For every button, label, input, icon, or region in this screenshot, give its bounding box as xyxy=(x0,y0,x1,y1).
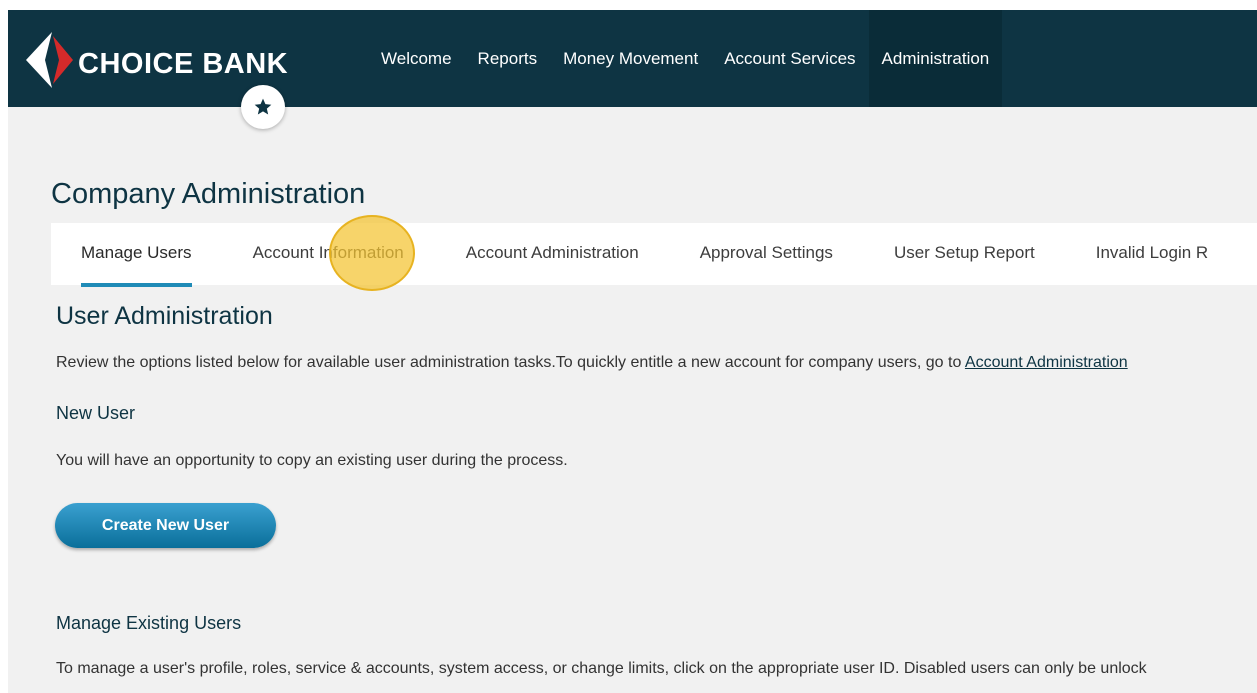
tab-account-administration[interactable]: Account Administration xyxy=(466,223,639,285)
page-title: Company Administration xyxy=(51,178,366,210)
manage-existing-users-description: To manage a user's profile, roles, servi… xyxy=(56,660,1147,677)
new-user-heading: New User xyxy=(56,403,136,423)
manage-existing-users-heading: Manage Existing Users xyxy=(56,613,242,633)
main-nav: Welcome Reports Money Movement Account S… xyxy=(368,10,1003,107)
create-new-user-button[interactable]: Create New User xyxy=(55,503,276,548)
nav-account-services[interactable]: Account Services xyxy=(711,10,868,107)
nav-reports[interactable]: Reports xyxy=(465,10,551,107)
bank-logo[interactable]: CHOICE BANK xyxy=(26,32,289,88)
tab-manage-users[interactable]: Manage Users xyxy=(81,223,192,287)
intro-text: Review the options listed below for avai… xyxy=(56,354,1128,372)
nav-administration[interactable]: Administration xyxy=(868,10,1003,107)
admin-tabs: Manage Users Account Information Account… xyxy=(51,223,1257,287)
arrow-logo-icon xyxy=(26,32,73,88)
brand-name: CHOICE BANK xyxy=(78,48,289,80)
nav-money-movement[interactable]: Money Movement xyxy=(550,10,711,107)
nav-welcome[interactable]: Welcome xyxy=(368,10,465,107)
section-title: User Administration xyxy=(56,302,273,330)
app-frame: CHOICE BANK Welcome Reports Money Moveme… xyxy=(8,10,1257,693)
tab-approval-settings[interactable]: Approval Settings xyxy=(700,223,833,285)
star-icon xyxy=(254,98,272,115)
top-navigation-bar: CHOICE BANK Welcome Reports Money Moveme… xyxy=(8,10,1257,107)
favorite-button[interactable] xyxy=(241,85,285,129)
tab-account-information[interactable]: Account Information xyxy=(253,223,404,285)
tab-user-setup-report[interactable]: User Setup Report xyxy=(894,223,1035,285)
account-administration-link[interactable]: Account Administration xyxy=(965,354,1128,371)
intro-description: Review the options listed below for avai… xyxy=(56,354,962,371)
tab-invalid-login-report[interactable]: Invalid Login R xyxy=(1096,223,1208,285)
new-user-description: You will have an opportunity to copy an … xyxy=(56,452,568,469)
